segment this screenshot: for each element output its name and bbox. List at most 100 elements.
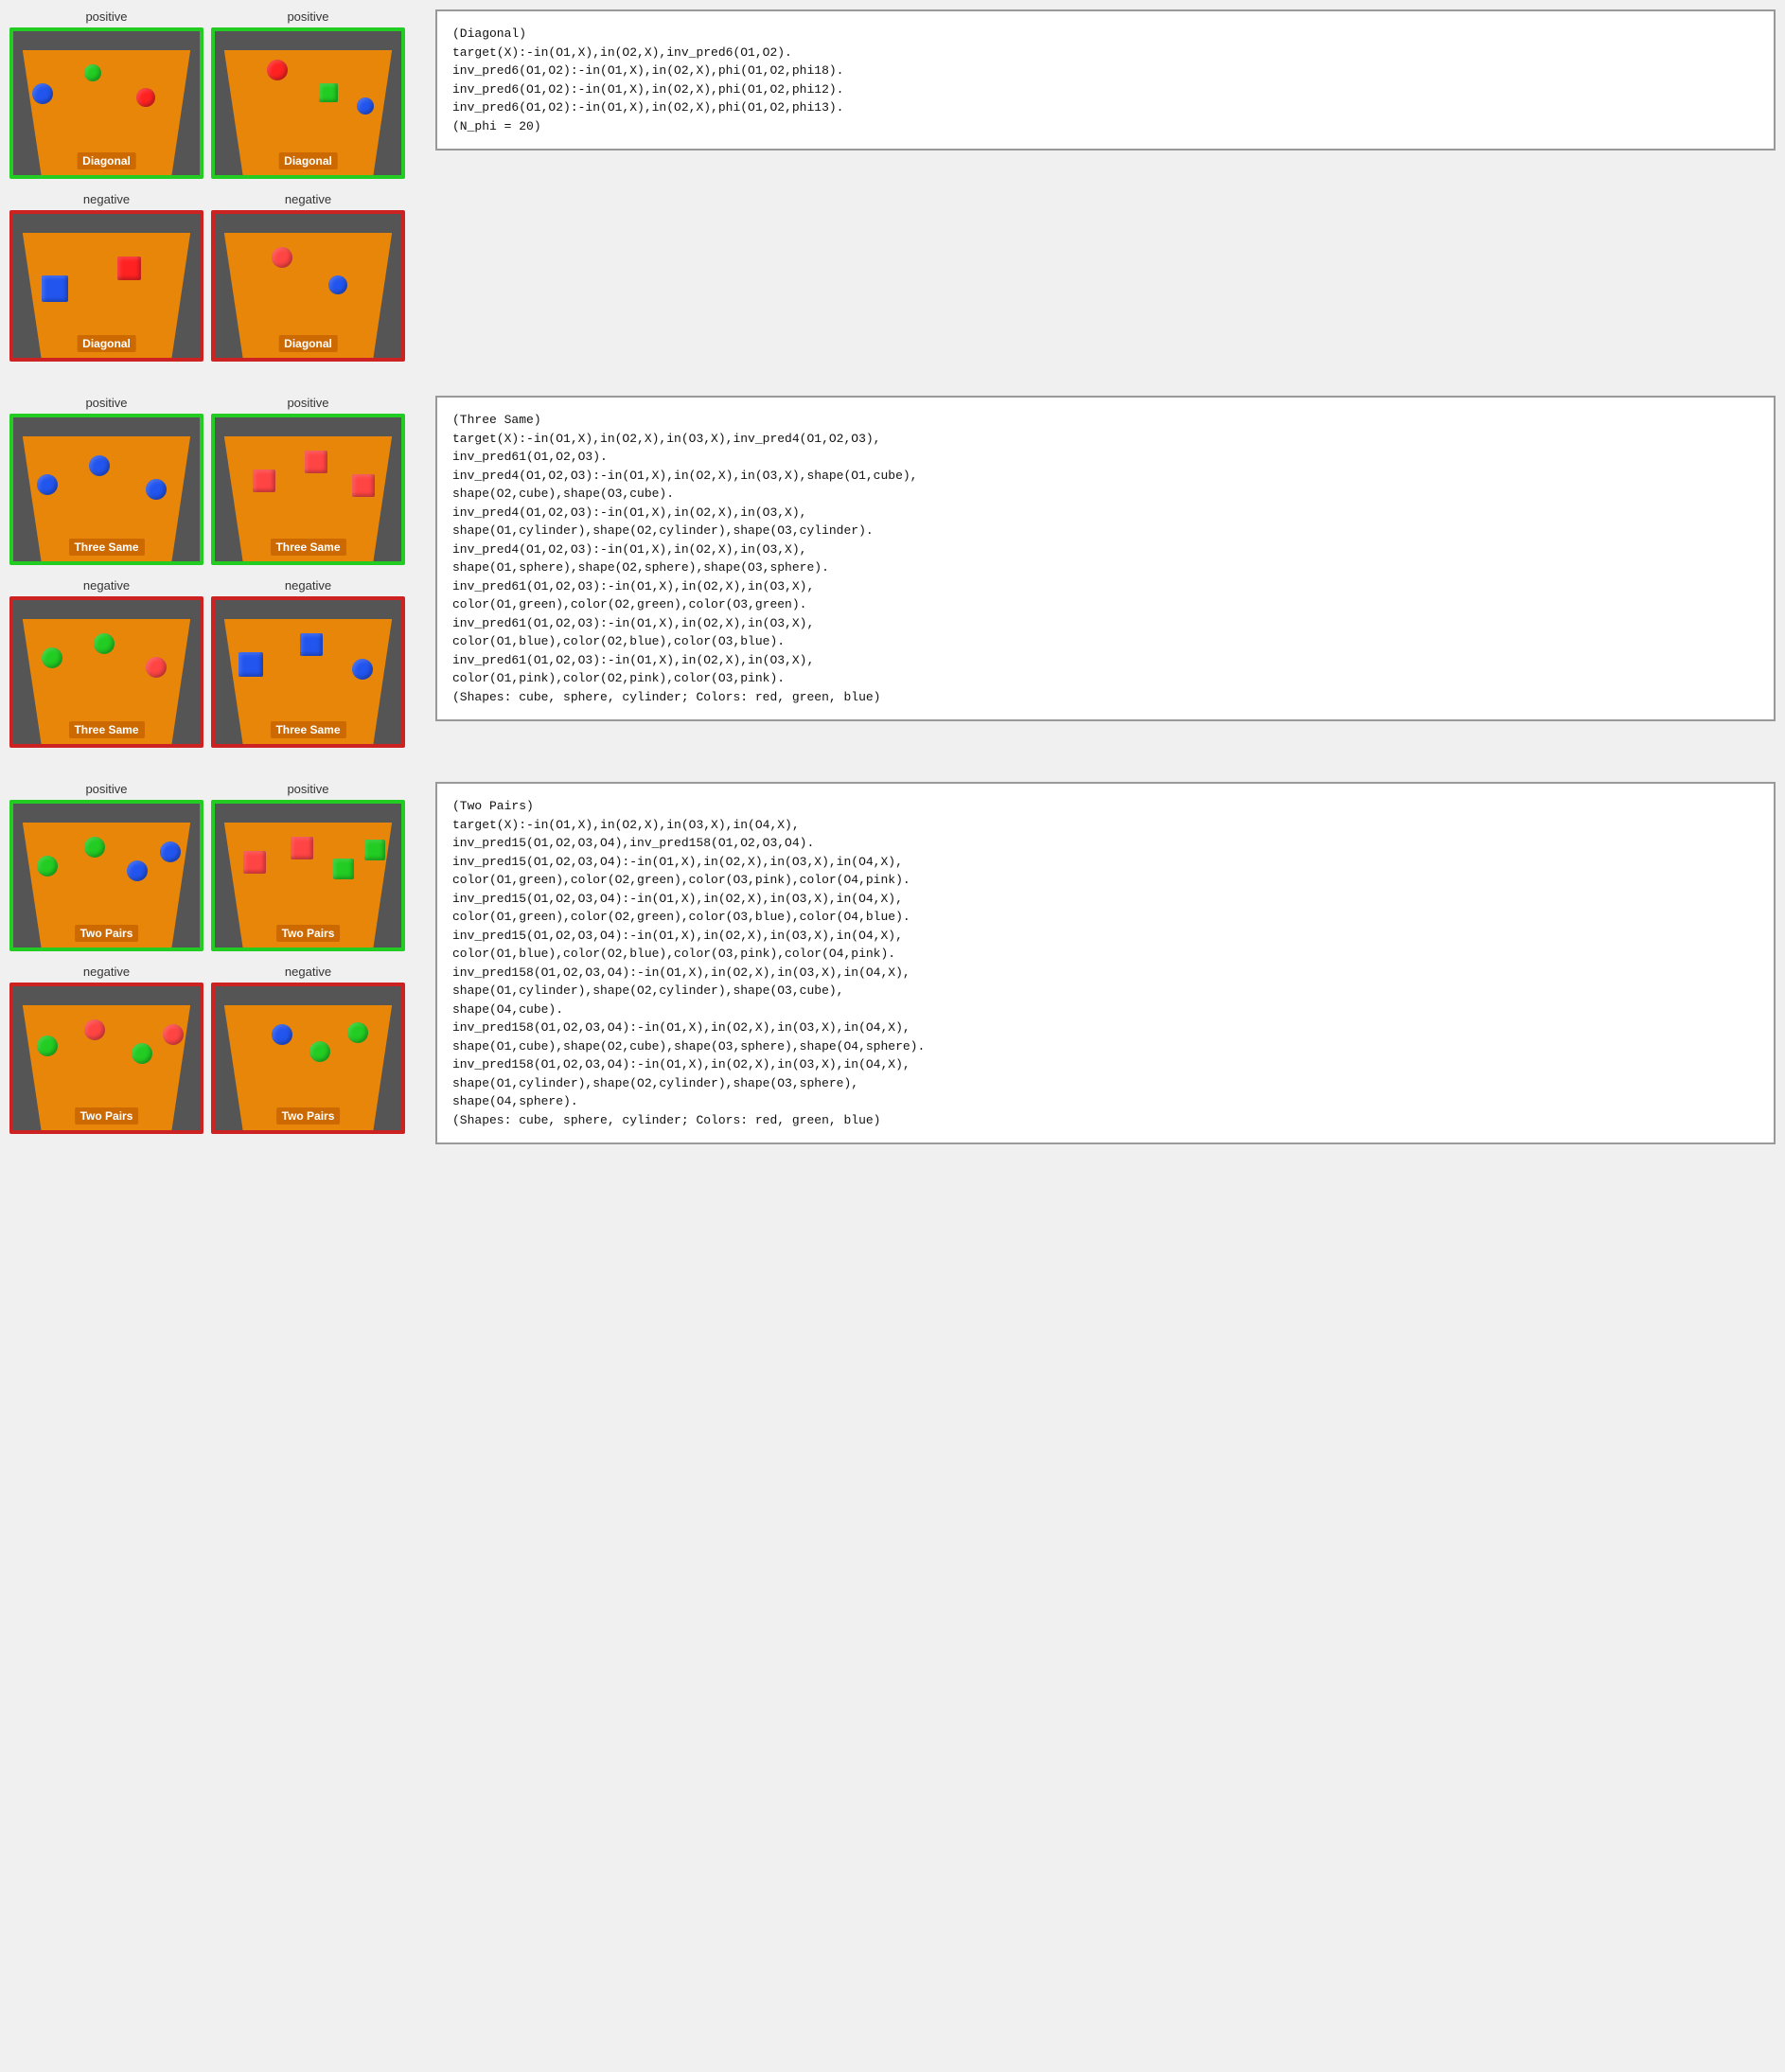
positive-images-row: Diagonal Diagonal — [9, 27, 416, 179]
sphere-shape — [37, 856, 58, 877]
scene-canvas: Two Pairs — [215, 986, 401, 1130]
sphere-shape — [146, 479, 167, 500]
scene-canvas: Three Same — [215, 600, 401, 744]
code-box-two-pairs: (Two Pairs) target(X):-in(O1,X),in(O2,X)… — [435, 782, 1776, 1144]
sphere-shape — [160, 841, 181, 862]
code-box-diagonal: (Diagonal) target(X):-in(O1,X),in(O2,X),… — [435, 9, 1776, 151]
sphere-shape — [272, 1024, 292, 1045]
sphere-shape — [352, 659, 373, 680]
scene-label: Diagonal — [77, 335, 136, 352]
sphere-shape — [347, 1022, 368, 1043]
scene-wrapper: Two Pairs — [9, 983, 203, 1134]
positive-label: positive — [9, 782, 203, 796]
cube-shape — [300, 633, 323, 656]
negative-label: negative — [211, 965, 405, 979]
scene-wrapper: Diagonal — [211, 27, 405, 179]
scene-wrapper: Three Same — [9, 596, 203, 748]
negative-label: negative — [9, 965, 203, 979]
negative-images-row: Three Same Three Same — [9, 596, 416, 748]
scene-wrapper: Three Same — [9, 414, 203, 565]
sphere-shape — [357, 97, 374, 115]
scene-wrapper: Three Same — [211, 596, 405, 748]
cube-shape — [42, 275, 68, 302]
negative-label: negative — [211, 578, 405, 593]
cube-shape — [117, 257, 141, 280]
scene-canvas: Two Pairs — [13, 804, 200, 947]
negative-images-row: Diagonal Diagonal — [9, 210, 416, 362]
code-box-three-same: (Three Same) target(X):-in(O1,X),in(O2,X… — [435, 396, 1776, 721]
app: positive positive Diagonal Diagonal negative… — [9, 9, 1776, 1144]
sphere-shape — [84, 1019, 105, 1040]
scene-canvas: Three Same — [13, 417, 200, 561]
positive-label: positive — [211, 9, 405, 24]
scene-label: Diagonal — [278, 335, 338, 352]
cube-shape — [333, 859, 354, 879]
scene-label: Two Pairs — [276, 1107, 341, 1125]
scene-label: Two Pairs — [276, 925, 341, 942]
cube-shape — [364, 840, 385, 860]
images-panel: positive positive Two Pairs Two Pairs negati… — [9, 782, 416, 1140]
positive-label-row: positive positive — [9, 782, 416, 796]
cube-shape — [352, 474, 375, 497]
sphere-shape — [94, 633, 115, 654]
scene-label: Two Pairs — [75, 925, 139, 942]
sphere-shape — [328, 275, 347, 294]
scene-canvas: Two Pairs — [13, 986, 200, 1130]
sphere-shape — [267, 60, 288, 80]
cube-shape — [291, 837, 313, 859]
sphere-shape — [127, 860, 148, 881]
sphere-shape — [272, 247, 292, 268]
sphere-shape — [32, 83, 53, 104]
scene-wrapper: Three Same — [211, 414, 405, 565]
scene-label: Three Same — [270, 539, 345, 556]
positive-label-row: positive positive — [9, 9, 416, 24]
scene-canvas: Diagonal — [13, 214, 200, 358]
scene-wrapper: Two Pairs — [211, 800, 405, 951]
positive-label: positive — [9, 9, 203, 24]
sphere-shape — [42, 647, 62, 668]
scene-canvas: Diagonal — [215, 214, 401, 358]
positive-label: positive — [211, 396, 405, 410]
positive-label: positive — [211, 782, 405, 796]
scene-label: Three Same — [68, 539, 144, 556]
sphere-shape — [132, 1043, 152, 1064]
sphere-shape — [84, 64, 101, 81]
scene-label: Diagonal — [278, 152, 338, 169]
sphere-shape — [37, 474, 58, 495]
negative-images-row: Two Pairs Two Pairs — [9, 983, 416, 1134]
cube-shape — [239, 652, 263, 677]
scene-label: Diagonal — [77, 152, 136, 169]
negative-label-row: negative negative — [9, 965, 416, 979]
images-panel: positive positive Diagonal Diagonal negative… — [9, 9, 416, 367]
section-diagonal: positive positive Diagonal Diagonal negative… — [9, 9, 1776, 367]
positive-images-row: Three Same Three Same — [9, 414, 416, 565]
scene-canvas: Three Same — [215, 417, 401, 561]
scene-canvas: Three Same — [13, 600, 200, 744]
cube-shape — [243, 851, 266, 874]
scene-wrapper: Diagonal — [9, 210, 203, 362]
section-two-pairs: positive positive Two Pairs Two Pairs negati… — [9, 782, 1776, 1144]
scene-canvas: Two Pairs — [215, 804, 401, 947]
sphere-shape — [146, 657, 167, 678]
scene-canvas: Diagonal — [13, 31, 200, 175]
positive-images-row: Two Pairs Two Pairs — [9, 800, 416, 951]
sphere-shape — [309, 1041, 330, 1062]
negative-label-row: negativenegative — [9, 192, 416, 206]
sphere-shape — [37, 1036, 58, 1056]
negative-label-row: negativenegative — [9, 578, 416, 593]
sphere-shape — [136, 88, 155, 107]
scene-label: Two Pairs — [75, 1107, 139, 1125]
section-three-same: positive positive Three Same Three Same nega… — [9, 396, 1776, 753]
scene-wrapper: Diagonal — [211, 210, 405, 362]
images-panel: positive positive Three Same Three Same nega… — [9, 396, 416, 753]
scene-wrapper: Two Pairs — [9, 800, 203, 951]
cube-shape — [253, 469, 275, 492]
cube-shape — [305, 451, 327, 473]
positive-label: positive — [9, 396, 203, 410]
positive-label-row: positive positive — [9, 396, 416, 410]
scene-label: Three Same — [68, 721, 144, 738]
sphere-shape — [163, 1024, 184, 1045]
sphere-shape — [84, 837, 105, 858]
cube-shape — [319, 83, 338, 102]
negative-label: negative — [211, 192, 405, 206]
